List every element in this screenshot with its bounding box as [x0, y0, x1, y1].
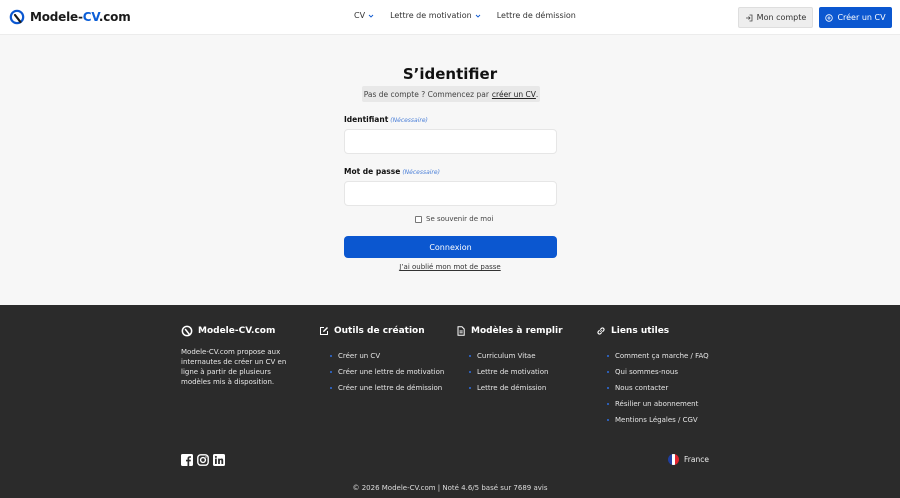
footer-tools-col: Outils de création Créer un CV Créer une…: [319, 325, 444, 396]
signup-hint-end: .: [535, 89, 539, 99]
document-icon: [457, 326, 465, 336]
signup-hint: Pas de compte ? Commencez par créer un C…: [362, 86, 540, 102]
remember-label: Se souvenir de moi: [426, 215, 494, 223]
chevron-down-icon: [475, 14, 481, 18]
footer-models-col: Modèles à remplir Curriculum Vitae Lettr…: [456, 325, 563, 396]
footer-link-lettre-demission[interactable]: Lettre de démission: [469, 380, 563, 396]
password-required-hint: (Nécessaire): [402, 169, 440, 176]
footer-link-creer-lettre-motivation[interactable]: Créer une lettre de motivation: [330, 364, 444, 380]
password-label: Mot de passe (Nécessaire): [344, 167, 440, 176]
nav-lettre-motivation-label: Lettre de motivation: [390, 11, 472, 20]
footer-link-creer-cv[interactable]: Créer un CV: [330, 348, 444, 364]
footer-links-col: Liens utiles Comment ça marche / FAQ Qui…: [596, 325, 709, 428]
password-input[interactable]: [344, 181, 557, 206]
page-title: S’identifier: [402, 65, 498, 83]
nav-lettre-demission[interactable]: Lettre de démission: [497, 11, 576, 20]
logo-text: Modele-CV.com: [30, 10, 131, 24]
footer-link-resilier[interactable]: Résilier un abonnement: [607, 396, 709, 412]
site-footer: Modele-CV.com Modele-CV.com propose aux …: [0, 305, 900, 498]
site-header: Modele-CV.com CV Lettre de motivation Le…: [0, 0, 900, 35]
footer-tools-title: Outils de création: [319, 325, 444, 337]
footer-link-creer-lettre-demission[interactable]: Créer une lettre de démission: [330, 380, 444, 396]
footer-link-lettre-motivation[interactable]: Lettre de motivation: [469, 364, 563, 380]
nav-lettre-motivation[interactable]: Lettre de motivation: [390, 11, 481, 20]
username-required-hint: (Nécessaire): [390, 117, 428, 124]
footer-models-title: Modèles à remplir: [456, 325, 563, 337]
footer-link-curriculum-vitae[interactable]: Curriculum Vitae: [469, 348, 563, 364]
login-button[interactable]: Connexion: [344, 236, 557, 258]
nav-cv-label: CV: [354, 11, 366, 20]
linkedin-icon[interactable]: [213, 454, 225, 466]
forgot-password-link[interactable]: J’ai oublié mon mot de passe: [399, 263, 500, 271]
remember-checkbox[interactable]: [415, 215, 422, 223]
france-flag-icon: [668, 454, 679, 465]
username-input[interactable]: [344, 129, 557, 154]
footer-link-qui-sommes-nous[interactable]: Qui sommes-nous: [607, 364, 709, 380]
logo-mark-icon: [181, 325, 193, 337]
edit-icon: [320, 327, 328, 335]
nav-lettre-demission-label: Lettre de démission: [496, 11, 576, 20]
main-nav: CV Lettre de motivation Lettre de démiss…: [354, 11, 576, 20]
link-icon: [597, 327, 605, 335]
footer-link-contact[interactable]: Nous contacter: [607, 380, 709, 396]
footer-brand-col: Modele-CV.com Modele-CV.com propose aux …: [181, 325, 296, 387]
create-cv-button-label: Créer un CV: [837, 13, 886, 22]
language-selector[interactable]: France: [668, 454, 709, 465]
remember-me[interactable]: Se souvenir de moi: [415, 215, 493, 223]
login-icon: [745, 14, 753, 21]
nav-cv[interactable]: CV: [354, 11, 374, 20]
username-label: Identifiant (Nécessaire): [344, 115, 428, 124]
instagram-icon[interactable]: [197, 454, 209, 466]
footer-brand[interactable]: Modele-CV.com: [181, 325, 296, 337]
logo-mark-icon: [9, 9, 25, 25]
copyright: © 2026 Modele-CV.com | Noté 4.6/5 basé s…: [352, 484, 548, 492]
facebook-icon[interactable]: [181, 454, 193, 466]
signup-hint-text: Pas de compte ? Commencez par: [363, 89, 489, 99]
footer-links-title: Liens utiles: [596, 325, 709, 337]
social-links: [181, 454, 225, 466]
signup-link[interactable]: créer un CV: [492, 90, 536, 99]
forgot-password: J’ai oublié mon mot de passe: [0, 263, 900, 271]
account-button[interactable]: Mon compte: [738, 7, 813, 28]
chevron-down-icon: [368, 14, 374, 18]
footer-link-mentions-legales[interactable]: Mentions Légales / CGV: [607, 412, 709, 428]
create-cv-button[interactable]: Créer un CV: [819, 7, 892, 28]
footer-description: Modele-CV.com propose aux internautes de…: [181, 348, 287, 386]
footer-link-faq[interactable]: Comment ça marche / FAQ: [607, 348, 709, 364]
plus-circle-icon: [825, 13, 834, 22]
account-button-label: Mon compte: [756, 13, 807, 22]
site-logo[interactable]: Modele-CV.com: [9, 9, 131, 25]
language-label: France: [684, 455, 709, 464]
